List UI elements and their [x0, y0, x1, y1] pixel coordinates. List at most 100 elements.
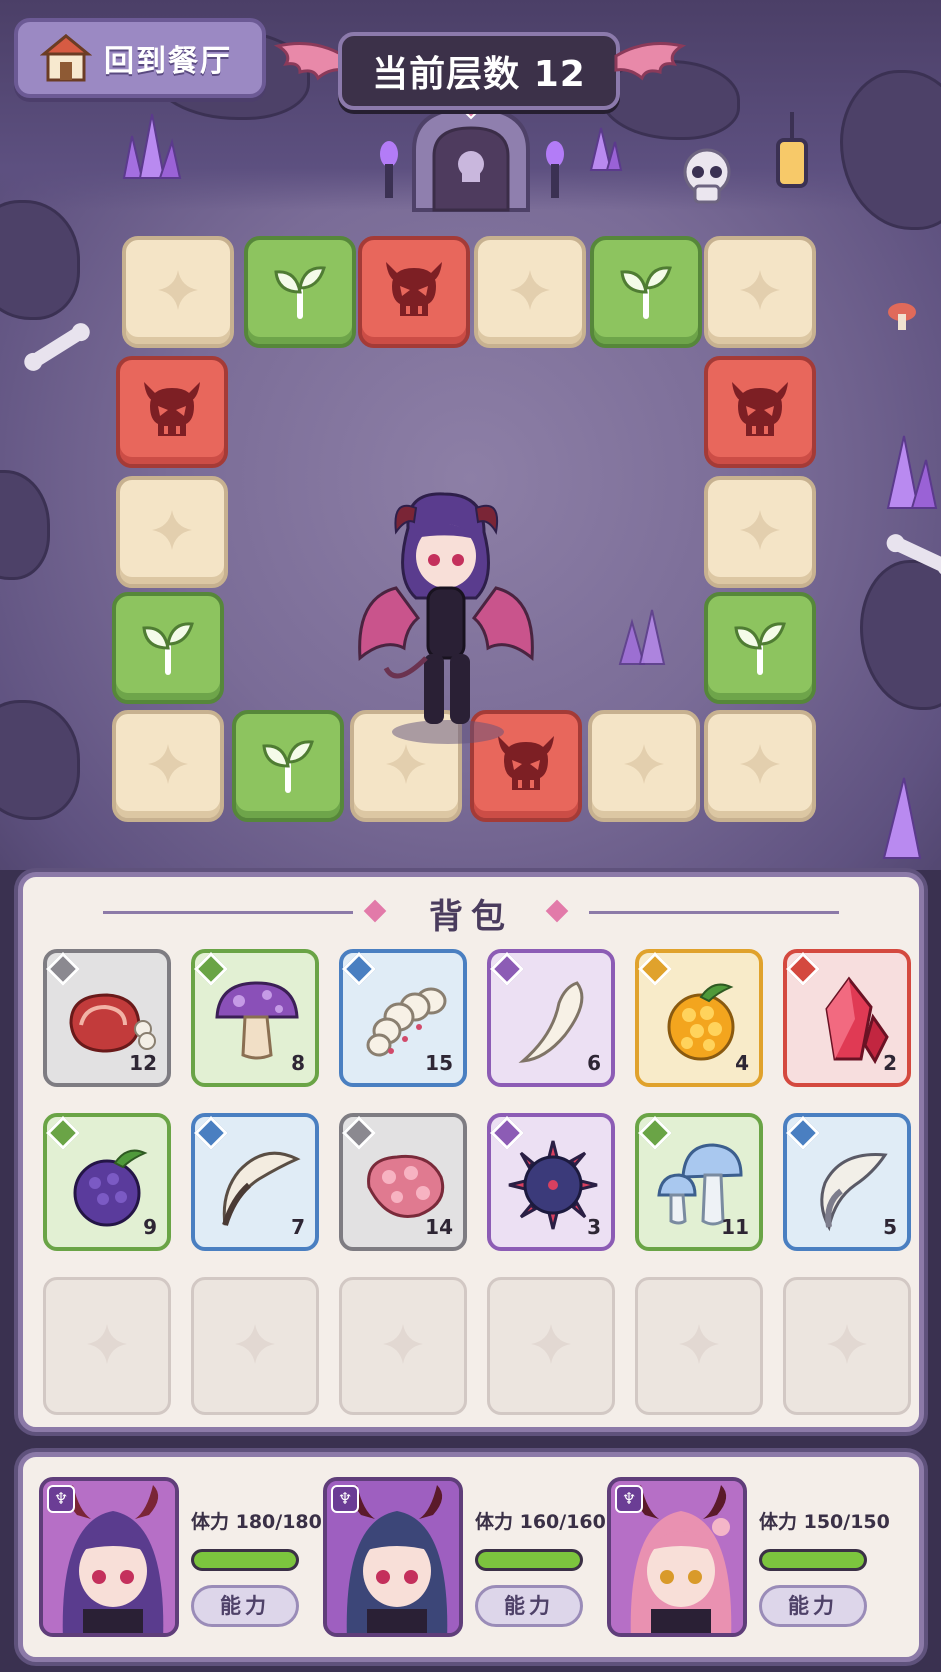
board-tile-monster[interactable]: [704, 356, 816, 468]
return-to-restaurant-label: 回到餐厅: [104, 44, 232, 79]
item-count: 11: [721, 1215, 749, 1239]
backpack-panel: 背包 12 8 15 6 4 2 9 7 14 3 11 5: [18, 872, 924, 1432]
demon-skull-icon: [724, 378, 796, 446]
torch-icon: [546, 141, 564, 198]
inventory-slot[interactable]: 4: [635, 949, 763, 1087]
sprout-icon: [728, 614, 792, 682]
item-count: 8: [291, 1051, 305, 1075]
ability-button[interactable]: 能力: [475, 1585, 583, 1627]
crystal-icon: [618, 609, 666, 665]
crystal-icon: [122, 113, 182, 179]
board-tile-plant[interactable]: [112, 592, 224, 704]
board-tile-plant[interactable]: [704, 592, 816, 704]
sparkle-icon: [507, 267, 553, 317]
sprout-icon: [136, 614, 200, 682]
item-count: 14: [425, 1215, 453, 1239]
empty-inventory-slot[interactable]: [191, 1277, 319, 1415]
sparkle-icon: [232, 1321, 278, 1371]
current-floor-label: 当前层数 12: [372, 54, 586, 95]
lantern-icon: [776, 112, 808, 188]
return-to-restaurant-button[interactable]: 回到餐厅: [14, 18, 266, 98]
succubus-navy-portrait[interactable]: ♆: [323, 1477, 463, 1637]
stamina-label: 体力 150/150: [759, 1511, 890, 1533]
empty-inventory-slot[interactable]: [635, 1277, 763, 1415]
sparkle-icon: [737, 507, 783, 557]
demon-skull-icon: [378, 258, 450, 326]
sparkle-icon: [676, 1321, 722, 1371]
ability-button[interactable]: 能力: [191, 1585, 299, 1627]
crystal-icon: [589, 127, 623, 171]
current-floor-badge: 当前层数 12: [338, 32, 620, 110]
house-icon: [40, 34, 92, 82]
sparkle-icon: [621, 741, 667, 791]
empty-inventory-slot[interactable]: [43, 1277, 171, 1415]
ability-button[interactable]: 能力: [759, 1585, 867, 1627]
board-tile-empty[interactable]: [704, 236, 816, 348]
sprout-icon: [614, 258, 678, 326]
sprout-icon: [256, 732, 320, 800]
crystal-icon: [882, 777, 922, 859]
succubus-pink-portrait[interactable]: ♆: [607, 1477, 747, 1637]
board-tile-empty[interactable]: [116, 476, 228, 588]
board-tile-plant[interactable]: [244, 236, 356, 348]
rock: [860, 560, 941, 710]
inventory-slot[interactable]: 14: [339, 1113, 467, 1251]
rock: [0, 470, 50, 580]
board-tile-empty[interactable]: [112, 710, 224, 822]
demon-class-badge-icon: ♆: [615, 1485, 643, 1513]
stage-gate-icon: [412, 102, 530, 212]
inventory-slot[interactable]: 8: [191, 949, 319, 1087]
board-tile-empty[interactable]: [122, 236, 234, 348]
sparkle-icon: [149, 507, 195, 557]
item-count: 2: [883, 1051, 897, 1075]
bat-wing-left-icon: [274, 42, 346, 81]
sparkle-icon: [528, 1321, 574, 1371]
empty-inventory-slot[interactable]: [783, 1277, 911, 1415]
board-tile-plant[interactable]: [232, 710, 344, 822]
empty-inventory-slot[interactable]: [487, 1277, 615, 1415]
inventory-slot[interactable]: 12: [43, 949, 171, 1087]
board-tile-monster[interactable]: [358, 236, 470, 348]
board-tile-empty[interactable]: [704, 710, 816, 822]
item-count: 12: [129, 1051, 157, 1075]
sprout-icon: [268, 258, 332, 326]
stamina-fill: [194, 1552, 296, 1568]
item-count: 5: [883, 1215, 897, 1239]
inventory-slot[interactable]: 7: [191, 1113, 319, 1251]
inventory-slot[interactable]: 5: [783, 1113, 911, 1251]
divider: [589, 911, 839, 914]
inventory-slot[interactable]: 11: [635, 1113, 763, 1251]
board-tile-monster[interactable]: [116, 356, 228, 468]
demon-class-badge-icon: ♆: [331, 1485, 359, 1513]
item-count: 7: [291, 1215, 305, 1239]
item-count: 6: [587, 1051, 601, 1075]
board-tile-empty[interactable]: [588, 710, 700, 822]
stamina-fill: [762, 1552, 864, 1568]
mushroom-decoration-icon: [888, 303, 916, 330]
demon-skull-icon: [136, 378, 208, 446]
board-tile-plant[interactable]: [590, 236, 702, 348]
demon-class-badge-icon: ♆: [47, 1485, 75, 1513]
succubus-purple-portrait[interactable]: ♆: [39, 1477, 179, 1637]
inventory-slot[interactable]: 15: [339, 949, 467, 1087]
bone-decoration: [28, 325, 86, 369]
inventory-slot[interactable]: 2: [783, 949, 911, 1087]
item-count: 3: [587, 1215, 601, 1239]
item-count: 4: [735, 1051, 749, 1075]
inventory-slot[interactable]: 6: [487, 949, 615, 1087]
inventory-slot[interactable]: 3: [487, 1113, 615, 1251]
board-tile-empty[interactable]: [474, 236, 586, 348]
party-panel: ♆ 体力 180/180 能力 ♆ 体力 160/160 能力 ♆ 体力 150…: [18, 1452, 924, 1662]
stamina-bar: [475, 1549, 583, 1571]
rock: [0, 700, 80, 820]
sparkle-icon: [824, 1321, 870, 1371]
sparkle-icon: [383, 741, 429, 791]
dungeon-scene: 回到餐厅 当前层数 12: [0, 0, 941, 870]
inventory-slot[interactable]: 9: [43, 1113, 171, 1251]
stamina-label: 体力 160/160: [475, 1511, 606, 1533]
sparkle-icon: [380, 1321, 426, 1371]
empty-inventory-slot[interactable]: [339, 1277, 467, 1415]
succubus-player-character[interactable]: [356, 488, 536, 748]
bat-wing-right-icon: [614, 42, 686, 81]
board-tile-empty[interactable]: [704, 476, 816, 588]
